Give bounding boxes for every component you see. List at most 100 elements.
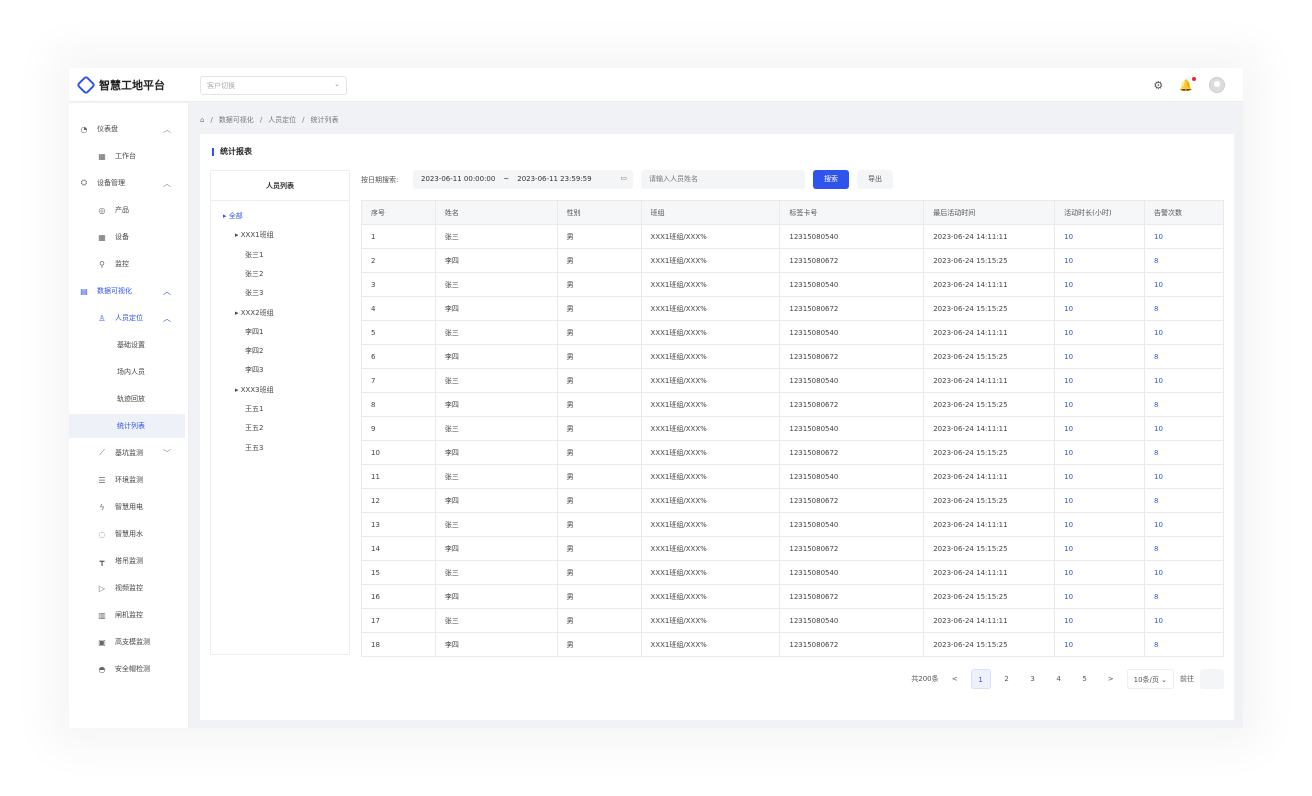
prev-page-button[interactable]: < bbox=[945, 669, 965, 689]
table-cell[interactable]: 10 bbox=[1144, 272, 1224, 297]
table-cell[interactable]: 10 bbox=[1144, 560, 1224, 585]
tree-node[interactable]: 张三2 bbox=[245, 269, 263, 279]
table-row: 11 张三男 XXX1班组/XXX% 12315080540 2023-06-24 14… bbox=[361, 464, 1224, 489]
sidebar-item-20[interactable]: ▣ 高支模监测 bbox=[69, 630, 185, 654]
sidebar-item-11[interactable]: 轨迹回放 bbox=[69, 387, 185, 411]
tree-node[interactable]: ▸ XXX1班组 bbox=[235, 230, 274, 240]
table-cell[interactable]: 10 bbox=[1054, 224, 1146, 249]
table-cell[interactable]: 8 bbox=[1144, 392, 1224, 417]
sidebar-item-8[interactable]: ♙ 人员定位 ︿ bbox=[69, 306, 185, 330]
table-cell[interactable]: 10 bbox=[1054, 248, 1146, 273]
tree-node[interactable]: ▸ 全部 bbox=[223, 211, 243, 221]
sidebar-item-9[interactable]: 基础设置 bbox=[69, 333, 185, 357]
date-end[interactable]: 2023-06-11 23:59:59 bbox=[517, 175, 591, 184]
sidebar-item-2[interactable]: ▦ 工作台 bbox=[69, 144, 185, 168]
tree-node[interactable]: 张三1 bbox=[245, 250, 263, 260]
sidebar-item-17[interactable]: ┳ 塔吊监测 bbox=[69, 549, 185, 573]
table-cell[interactable]: 10 bbox=[1054, 440, 1146, 465]
table-cell[interactable]: 10 bbox=[1144, 608, 1224, 633]
breadcrumb-item[interactable]: 数据可视化 bbox=[219, 115, 254, 125]
sidebar-item-19[interactable]: ▥ 闸机监控 bbox=[69, 603, 185, 627]
sidebar-item-5[interactable]: ▦ 设备 bbox=[69, 225, 185, 249]
table-cell[interactable]: 10 bbox=[1054, 512, 1146, 537]
page-button[interactable]: 2 bbox=[997, 669, 1017, 689]
table-cell[interactable]: 10 bbox=[1054, 392, 1146, 417]
table-cell[interactable]: 10 bbox=[1054, 536, 1146, 561]
next-page-button[interactable]: > bbox=[1101, 669, 1121, 689]
name-search-input[interactable] bbox=[641, 170, 805, 189]
sidebar-item-3[interactable]: ⛭ 设备管理 ︿ bbox=[69, 171, 185, 195]
table-cell[interactable]: 10 bbox=[1054, 608, 1146, 633]
tree-node[interactable]: 王五3 bbox=[245, 443, 263, 453]
table-row: 16 李四男 XXX1班组/XXX% 12315080672 2023-06-24 15… bbox=[361, 584, 1224, 609]
table-cell[interactable]: 10 bbox=[1054, 320, 1146, 345]
sidebar-item-7[interactable]: ▤ 数据可视化 ︿ bbox=[69, 279, 185, 303]
search-button[interactable]: 搜索 bbox=[813, 170, 849, 189]
table-cell[interactable]: 10 bbox=[1054, 584, 1146, 609]
tree-node[interactable]: 李四1 bbox=[245, 327, 263, 337]
tree-node[interactable]: 王五1 bbox=[245, 404, 263, 414]
breadcrumb-item: 统计列表 bbox=[310, 116, 339, 124]
export-button[interactable]: 导出 bbox=[857, 170, 893, 189]
page-button[interactable]: 5 bbox=[1075, 669, 1095, 689]
sidebar-item-4[interactable]: ◎ 产品 bbox=[69, 198, 185, 222]
tree-node[interactable]: 张三3 bbox=[245, 288, 263, 298]
table-cell[interactable]: 10 bbox=[1054, 464, 1146, 489]
table-cell[interactable]: 8 bbox=[1144, 632, 1224, 657]
page-button[interactable]: 4 bbox=[1049, 669, 1069, 689]
table-cell[interactable]: 8 bbox=[1144, 296, 1224, 321]
tree-node[interactable]: 李四3 bbox=[245, 365, 263, 375]
table-cell[interactable]: 10 bbox=[1054, 416, 1146, 441]
jump-page-input[interactable] bbox=[1200, 669, 1224, 689]
page-size-select[interactable]: 10条/页 ⌄ bbox=[1126, 669, 1174, 689]
sidebar-item-10[interactable]: 场内人员 bbox=[69, 360, 185, 384]
sidebar-item-16[interactable]: ◌ 智慧用水 bbox=[69, 522, 185, 546]
table-cell: 李四 bbox=[434, 488, 558, 513]
table-cell[interactable]: 8 bbox=[1144, 248, 1224, 273]
date-start[interactable]: 2023-06-11 00:00:00 bbox=[421, 175, 495, 184]
sidebar-item-13[interactable]: ⟋ 基坑监测 ﹀ bbox=[69, 441, 185, 465]
table-cell[interactable]: 10 bbox=[1144, 320, 1224, 345]
settings-icon[interactable]: ⚙ bbox=[1153, 79, 1163, 92]
page-button[interactable]: 1 bbox=[970, 669, 991, 689]
tree-node[interactable]: 李四2 bbox=[245, 346, 263, 356]
table-cell[interactable]: 10 bbox=[1054, 632, 1146, 657]
table-cell[interactable]: 8 bbox=[1144, 440, 1224, 465]
home-icon[interactable]: ⌂ bbox=[200, 116, 204, 124]
tree-node[interactable]: ▸ XXX3班组 bbox=[235, 385, 274, 395]
sidebar-item-label: 产品 bbox=[115, 206, 129, 214]
table-cell[interactable]: 10 bbox=[1054, 272, 1146, 297]
table-cell[interactable]: 10 bbox=[1054, 296, 1146, 321]
sidebar-item-15[interactable]: ϟ 智慧用电 bbox=[69, 495, 185, 519]
table-cell[interactable]: 10 bbox=[1144, 224, 1224, 249]
sidebar-item-label: 设备 bbox=[115, 233, 129, 241]
sidebar-item-6[interactable]: ⚲ 监控 bbox=[69, 252, 185, 276]
table-cell[interactable]: 10 bbox=[1054, 368, 1146, 393]
table-cell[interactable]: 8 bbox=[1144, 344, 1224, 369]
table-cell[interactable]: 10 bbox=[1054, 344, 1146, 369]
table-cell[interactable]: 8 bbox=[1144, 536, 1224, 561]
tree-node[interactable]: 王五2 bbox=[245, 423, 263, 433]
table-cell[interactable]: 8 bbox=[1144, 584, 1224, 609]
page-button[interactable]: 3 bbox=[1023, 669, 1043, 689]
table-cell[interactable]: 10 bbox=[1054, 488, 1146, 513]
table-cell[interactable]: 10 bbox=[1144, 368, 1224, 393]
customer-select[interactable]: 客户切换 ⌄ bbox=[200, 76, 347, 95]
avatar[interactable] bbox=[1209, 77, 1225, 93]
sidebar-item-1[interactable]: ◔ 仪表盘 ︿ bbox=[69, 117, 185, 141]
sidebar-item-14[interactable]: ☰ 环境监测 bbox=[69, 468, 185, 492]
date-label: 按日期搜索: bbox=[361, 176, 399, 184]
table-cell[interactable]: 10 bbox=[1054, 560, 1146, 585]
bell-icon[interactable]: 🔔 bbox=[1179, 76, 1196, 92]
tree-node[interactable]: ▸ XXX2班组 bbox=[235, 308, 274, 318]
table-cell[interactable]: 10 bbox=[1144, 512, 1224, 537]
table-cell[interactable]: 10 bbox=[1144, 416, 1224, 441]
sidebar-item-12[interactable]: 统计列表 bbox=[69, 414, 185, 438]
table-cell[interactable]: 10 bbox=[1144, 464, 1224, 489]
breadcrumb-item[interactable]: 人员定位 bbox=[268, 115, 296, 125]
table-cell[interactable]: 8 bbox=[1144, 488, 1224, 513]
date-range-picker[interactable]: 2023-06-11 00:00:00 ~ 2023-06-11 23:59:5… bbox=[413, 170, 633, 189]
sidebar-item-21[interactable]: ◓ 安全帽检测 bbox=[69, 657, 185, 681]
sidebar-item-18[interactable]: ▷ 视频监控 bbox=[69, 576, 185, 600]
table-cell: 2023-06-24 15:15:25 bbox=[923, 344, 1056, 369]
